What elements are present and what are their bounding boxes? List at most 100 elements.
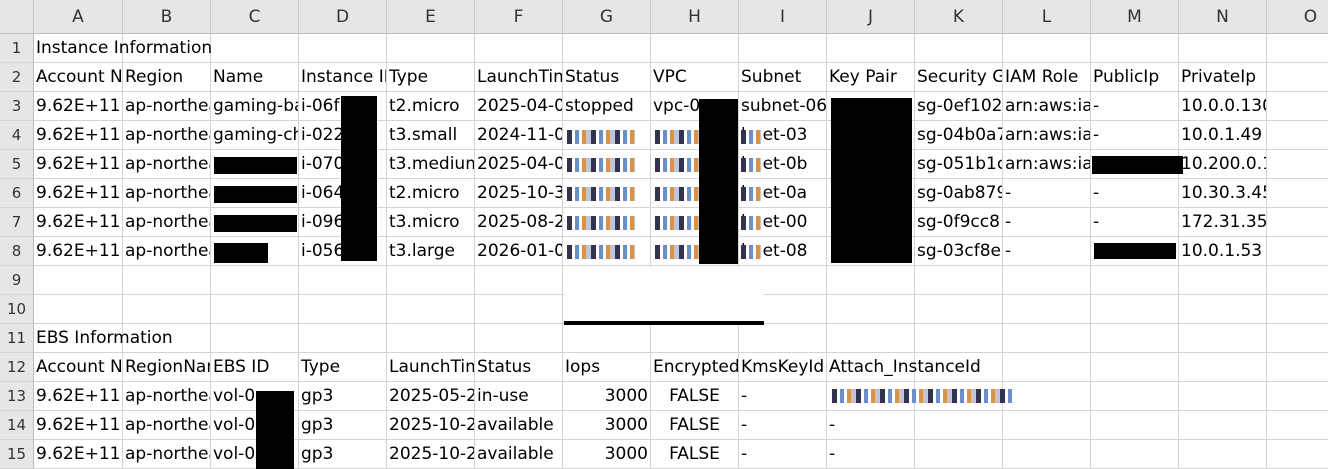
empty-cell[interactable] — [387, 34, 475, 63]
empty-cell[interactable] — [1091, 324, 1179, 353]
empty-cell[interactable] — [1003, 411, 1091, 440]
instance-header-cell[interactable]: IAM Role — [1003, 63, 1091, 92]
instance-data-cell[interactable]: 172.31.35.7 — [1179, 208, 1267, 237]
ebs-data-cell[interactable]: FALSE — [651, 382, 739, 411]
instance-section-title[interactable]: Instance Information — [34, 34, 212, 63]
empty-cell[interactable] — [1267, 121, 1328, 150]
empty-cell[interactable] — [827, 295, 915, 324]
row-header-6[interactable]: 6 — [0, 179, 34, 208]
instance-data-cell[interactable]: sg-051b1c — [915, 150, 1003, 179]
empty-cell[interactable] — [1267, 295, 1328, 324]
empty-cell[interactable] — [739, 34, 827, 63]
instance-data-cell[interactable]: - — [1003, 208, 1091, 237]
instance-data-cell[interactable]: sg-0f9cc8 — [915, 208, 1003, 237]
empty-cell[interactable] — [1091, 411, 1179, 440]
column-header-n[interactable]: N — [1179, 0, 1267, 34]
empty-cell[interactable] — [1267, 208, 1328, 237]
row-header-2[interactable]: 2 — [0, 63, 34, 92]
ebs-header-cell[interactable]: Iops — [563, 353, 651, 382]
empty-cell[interactable] — [1003, 295, 1091, 324]
empty-cell[interactable] — [299, 266, 387, 295]
instance-data-cell[interactable]: 9.62E+11 — [34, 237, 123, 266]
instance-data-cell[interactable]: arn:aws:ian — [1003, 121, 1091, 150]
instance-header-cell[interactable]: Instance ID — [299, 63, 387, 92]
ebs-data-cell[interactable]: 3000 — [563, 411, 651, 440]
empty-cell[interactable] — [34, 295, 123, 324]
empty-cell[interactable] — [123, 295, 211, 324]
empty-cell[interactable] — [915, 266, 1003, 295]
empty-cell[interactable] — [1091, 440, 1179, 469]
empty-cell[interactable] — [299, 295, 387, 324]
row-header-12[interactable]: 12 — [0, 353, 34, 382]
empty-cell[interactable] — [1003, 34, 1091, 63]
instance-data-cell[interactable]: 2026-01-0 — [475, 237, 563, 266]
column-header-b[interactable]: B — [123, 0, 211, 34]
ebs-header-cell[interactable]: LaunchTim — [387, 353, 475, 382]
instance-data-cell[interactable]: t2.micro — [387, 92, 475, 121]
empty-cell[interactable] — [1003, 266, 1091, 295]
row-header-9[interactable]: 9 — [0, 266, 34, 295]
empty-cell[interactable] — [827, 34, 915, 63]
instance-data-cell[interactable]: - — [1091, 92, 1179, 121]
empty-cell[interactable] — [34, 266, 123, 295]
instance-data-cell[interactable]: - — [1091, 121, 1179, 150]
ebs-data-cell[interactable]: - — [739, 440, 827, 469]
instance-data-cell[interactable]: 2024-11-0 — [475, 121, 563, 150]
instance-data-cell[interactable]: 9.62E+11 — [34, 150, 123, 179]
instance-header-cell[interactable]: PrivateIp — [1179, 63, 1267, 92]
instance-data-cell[interactable]: sg-0ab879 — [915, 179, 1003, 208]
empty-cell[interactable] — [1179, 353, 1267, 382]
empty-cell[interactable] — [1179, 382, 1267, 411]
instance-data-cell[interactable]: 9.62E+11 — [34, 92, 123, 121]
ebs-data-cell[interactable]: available — [475, 411, 563, 440]
column-header-a[interactable]: A — [34, 0, 123, 34]
empty-cell[interactable] — [1179, 411, 1267, 440]
ebs-data-cell[interactable]: available — [475, 440, 563, 469]
column-header-d[interactable]: D — [299, 0, 387, 34]
instance-header-cell[interactable]: VPC — [651, 63, 739, 92]
instance-data-cell[interactable]: sg-03cf8e — [915, 237, 1003, 266]
column-header-k[interactable]: K — [915, 0, 1003, 34]
row-header-5[interactable]: 5 — [0, 150, 34, 179]
empty-cell[interactable] — [915, 295, 1003, 324]
empty-cell[interactable] — [211, 295, 299, 324]
empty-cell[interactable] — [387, 295, 475, 324]
ebs-data-cell[interactable]: - — [827, 411, 915, 440]
empty-cell[interactable] — [827, 266, 915, 295]
ebs-header-cell[interactable]: Type — [299, 353, 387, 382]
instance-data-cell[interactable]: t3.large — [387, 237, 475, 266]
instance-data-cell[interactable]: t3.micro — [387, 208, 475, 237]
row-header-11[interactable]: 11 — [0, 324, 34, 353]
ebs-data-cell[interactable]: FALSE — [651, 411, 739, 440]
empty-cell[interactable] — [1267, 440, 1328, 469]
empty-cell[interactable] — [1267, 92, 1328, 121]
instance-data-cell[interactable]: gaming-ba — [211, 92, 299, 121]
column-header-f[interactable]: F — [475, 0, 563, 34]
empty-cell[interactable] — [915, 440, 1003, 469]
ebs-data-cell[interactable]: - — [739, 382, 827, 411]
instance-data-cell[interactable]: - — [1003, 237, 1091, 266]
instance-data-cell[interactable]: 9.62E+11 — [34, 179, 123, 208]
empty-cell[interactable] — [299, 34, 387, 63]
instance-data-cell[interactable]: arn:aws:ian — [1003, 92, 1091, 121]
empty-cell[interactable] — [915, 411, 1003, 440]
empty-cell[interactable] — [211, 266, 299, 295]
instance-data-cell[interactable]: arn:aws:ian — [1003, 150, 1091, 179]
instance-data-cell[interactable]: 2025-04-0 — [475, 92, 563, 121]
instance-data-cell[interactable]: 9.62E+11 — [34, 121, 123, 150]
ebs-header-cell[interactable]: Encrypted — [651, 353, 739, 382]
empty-cell[interactable] — [827, 324, 915, 353]
instance-header-cell[interactable]: Security G — [915, 63, 1003, 92]
empty-cell[interactable] — [1179, 324, 1267, 353]
row-header-1[interactable]: 1 — [0, 34, 34, 63]
instance-header-cell[interactable]: Subnet — [739, 63, 827, 92]
ebs-data-cell[interactable]: gp3 — [299, 382, 387, 411]
empty-cell[interactable] — [1091, 266, 1179, 295]
empty-cell[interactable] — [915, 34, 1003, 63]
row-header-10[interactable]: 10 — [0, 295, 34, 324]
ebs-data-cell[interactable]: 9.62E+11 — [34, 382, 123, 411]
empty-cell[interactable] — [563, 324, 651, 353]
empty-cell[interactable] — [1267, 179, 1328, 208]
spreadsheet-grid[interactable]: A B C D E F G H I J K L M N O 1 Instance Information 2 Acc… — [0, 0, 1328, 469]
instance-header-cell[interactable]: Key Pair — [827, 63, 915, 92]
